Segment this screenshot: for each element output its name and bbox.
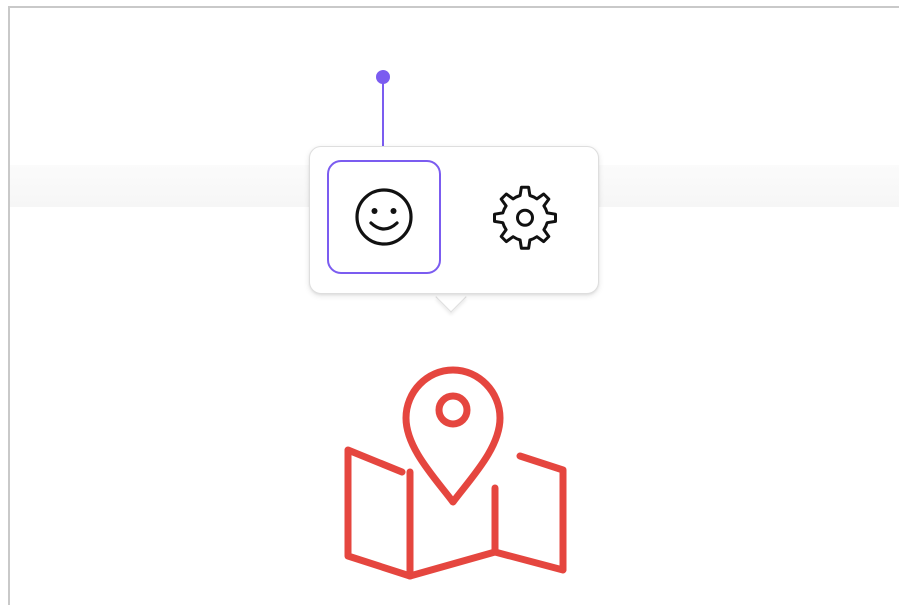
popover-arrow-cover [432,278,472,293]
map-pin-icon[interactable] [340,360,570,585]
settings-button[interactable] [468,160,582,274]
smiley-button[interactable] [327,160,441,274]
selection-pointer-handle[interactable] [376,70,390,84]
smiley-face-icon [355,188,413,246]
gear-icon [493,185,557,250]
canvas [0,0,899,605]
